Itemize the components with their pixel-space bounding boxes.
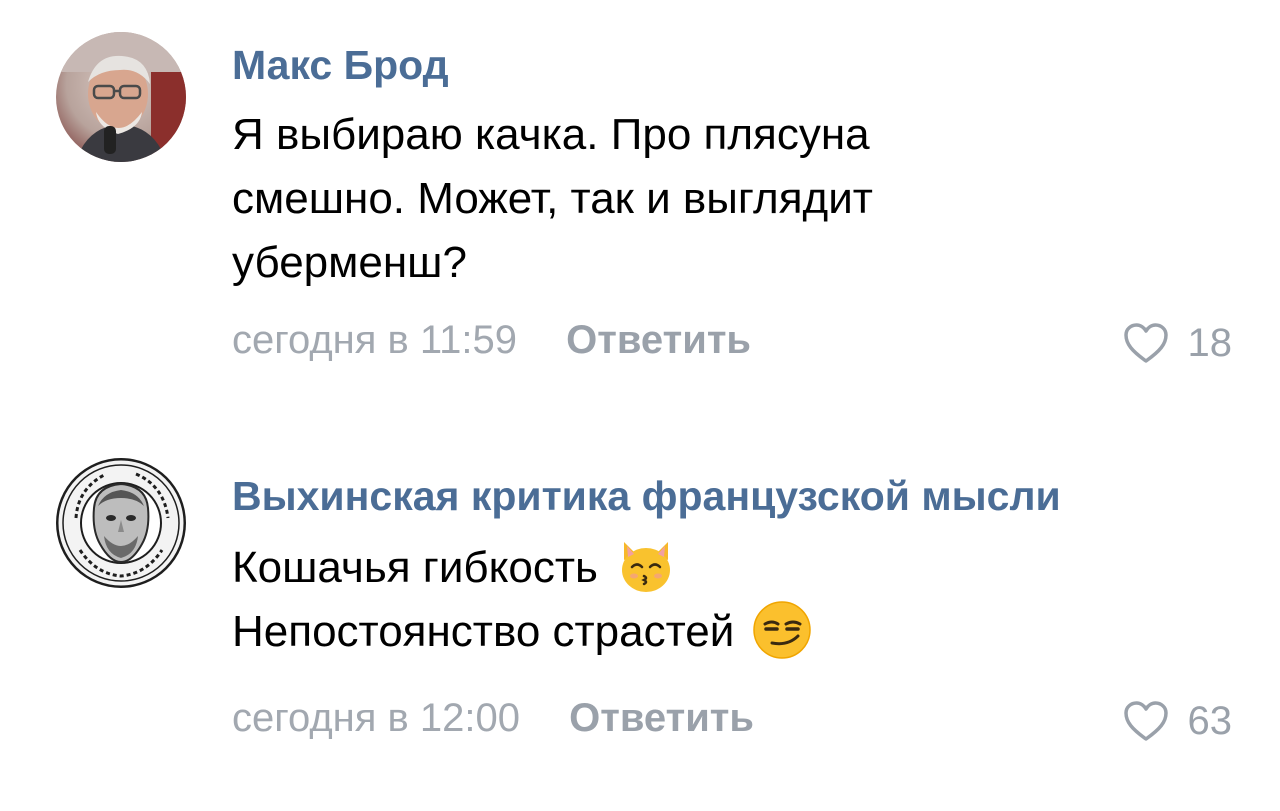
smirking-face-emoji-icon [753,601,812,660]
like-count: 18 [1187,320,1233,365]
comment-text: Я выбираю качка. Про плясуна смешно. Мож… [232,103,873,295]
comment-text-segment: Кошачья гибкость [232,543,598,592]
author-avatar[interactable] [56,32,186,162]
reply-button[interactable]: Ответить [569,696,754,741]
comment-text: Кошачья гибкость Непостоянство страстей [232,536,814,664]
author-avatar[interactable] [56,458,186,588]
comment-text-line: уберменш? [232,238,467,287]
like-count: 63 [1187,698,1233,743]
comment-text-line: смешно. Может, так и выглядит [232,174,873,223]
heart-icon [1123,323,1168,363]
like-button[interactable]: 63 [1122,696,1233,746]
avatar-photo [56,32,186,162]
comment-text-line: Я выбираю качка. Про плясуна [232,110,870,159]
comment: Выхинская критика французской мысли Коша… [0,430,1280,811]
seal-logo [56,458,186,588]
comment-timestamp: сегодня в 11:59 [232,318,518,362]
comment-meta: сегодня в 11:59 Ответить [232,318,751,368]
comment-text-line: Кошачья гибкость [232,536,814,600]
comment-meta: сегодня в 12:00 Ответить [232,696,754,746]
kissing-cat-emoji-icon [621,542,670,593]
comment-timestamp: сегодня в 12:00 [232,696,520,740]
comment-text-line: Непостоянство страстей [232,600,814,664]
author-name-link[interactable]: Макс Брод [232,42,449,89]
author-name-link[interactable]: Выхинская критика французской мысли [232,473,1061,520]
heart-icon [1123,701,1168,741]
reply-button[interactable]: Ответить [566,318,751,363]
comment-text-segment: Непостоянство страстей [232,607,735,656]
comment: Макс Брод Я выбираю качка. Про плясуна с… [0,0,1280,400]
like-button[interactable]: 18 [1122,318,1233,368]
